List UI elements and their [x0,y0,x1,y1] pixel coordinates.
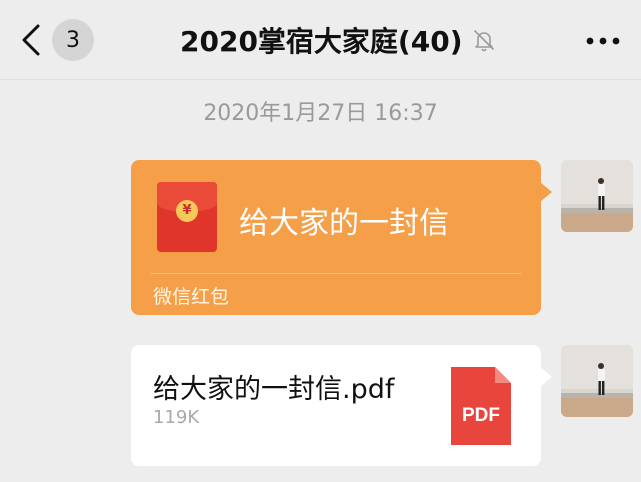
chevron-left-icon [16,18,46,62]
bell-off-icon [471,27,497,53]
chat-title-group: 2020掌宿大家庭(40) [180,20,497,60]
file-name: 给大家的一封信.pdf [153,374,395,405]
navigation-bar: 3 2020掌宿大家庭(40) [0,0,641,80]
message-timestamp: 2020年1月27日 16:37 [203,101,438,126]
file-size: 119K [153,407,200,428]
chat-title: 2020掌宿大家庭(40) [180,25,463,58]
file-type-label: PDF [462,405,500,426]
pdf-file-icon: PDF [451,367,511,445]
coin-icon: ¥ [176,200,198,222]
red-packet-title: 给大家的一封信 [239,206,449,241]
sender-avatar[interactable] [561,160,633,232]
file-message[interactable]: 给大家的一封信.pdf 119K PDF [131,345,552,466]
navbar-divider [0,79,641,80]
red-envelope-icon: ¥ [157,182,217,252]
red-packet-label: 微信红包 [153,286,230,308]
sender-avatar[interactable] [561,345,633,417]
red-packet-message[interactable]: ¥ 给大家的一封信 微信红包 [131,160,552,315]
more-dots-icon [585,31,621,50]
unread-count-badge: 3 [52,19,94,61]
more-options-button[interactable] [580,20,626,60]
back-button[interactable]: 3 [16,18,106,62]
red-packet-divider [151,273,521,274]
